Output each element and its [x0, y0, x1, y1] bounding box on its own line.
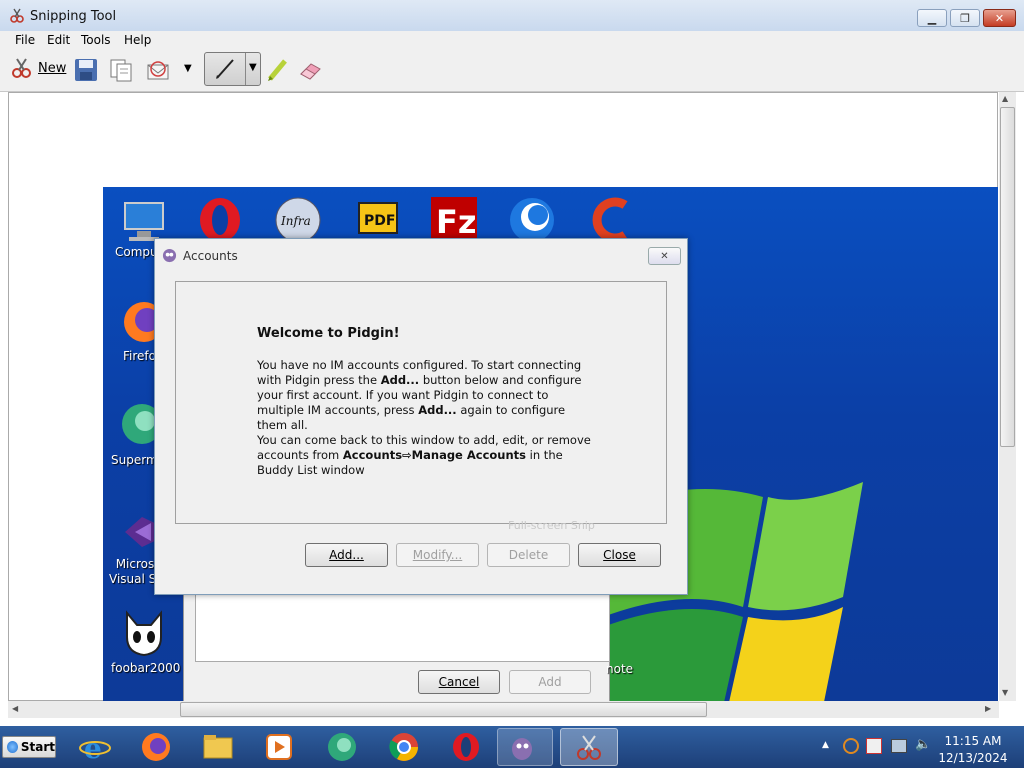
desktop-label-computer: Compu	[115, 245, 158, 259]
save-icon[interactable]	[73, 57, 99, 83]
scroll-down-arrow[interactable]: ▼	[1002, 688, 1008, 697]
scissors-icon	[10, 8, 24, 23]
pidgin-icon	[162, 248, 177, 263]
para1-bold-add-2: Add...	[418, 403, 457, 417]
new-snip-button[interactable]: New	[10, 55, 66, 83]
tray-volume-muted-icon[interactable]: 🔈	[915, 737, 931, 752]
welcome-paragraph-1: You have no IM accounts configured. To s…	[257, 358, 597, 433]
cancel-label: Cancel	[438, 675, 480, 689]
menu-edit[interactable]: Edit	[47, 33, 70, 47]
menu-tools[interactable]: Tools	[81, 33, 111, 47]
desktop-label-firefox: Firefo	[123, 349, 156, 363]
copy-icon[interactable]	[108, 57, 134, 83]
opera-taskbar-icon[interactable]	[449, 730, 483, 764]
clock-time: 11:15 AM	[944, 734, 1002, 748]
scissors-icon	[12, 58, 31, 78]
delete-label: Delete	[508, 548, 549, 562]
eraser-icon[interactable]	[297, 57, 323, 83]
add-account-button[interactable]: Add...	[305, 543, 388, 567]
add-label: Add...	[329, 548, 364, 562]
supermium-taskbar-icon[interactable]	[325, 730, 359, 764]
ghost-tooltip-text: Full-screen Snip	[508, 519, 595, 532]
send-snip-icon[interactable]	[146, 57, 172, 83]
back-add-button[interactable]: Add	[509, 670, 591, 694]
start-label: Start	[20, 740, 55, 754]
modify-label: Modify...	[412, 548, 463, 562]
modify-account-button[interactable]: Modify...	[396, 543, 479, 567]
scroll-left-arrow[interactable]: ◀	[12, 704, 18, 713]
close-icon: ✕	[994, 11, 1005, 25]
svg-text:e: e	[84, 732, 102, 764]
pen-tool-button[interactable]: ▼	[204, 52, 261, 86]
window-title: Snipping Tool	[30, 9, 117, 24]
restore-icon: ❐	[960, 11, 970, 25]
background-dialog-list	[195, 592, 610, 662]
dialog-title: Accounts	[183, 249, 238, 263]
title-bar	[0, 0, 1024, 32]
split-divider	[245, 53, 246, 85]
para2-bold-menu-path: Accounts⇨Manage Accounts	[342, 448, 527, 462]
chrome-icon[interactable]	[387, 730, 421, 764]
cancel-button[interactable]: Cancel	[418, 670, 500, 694]
welcome-heading: Welcome to Pidgin!	[257, 326, 400, 341]
snipping-tool-taskbar-icon	[577, 735, 601, 760]
welcome-paragraph-2: You can come back to this window to add,…	[257, 433, 597, 478]
pidgin-taskbar-icon	[512, 738, 532, 760]
start-button[interactable]: Start	[2, 736, 56, 758]
dialog-close-button[interactable]: ✕	[648, 247, 681, 265]
folder-icon[interactable]	[201, 730, 235, 764]
close-label: Close	[603, 548, 636, 562]
maximize-button[interactable]: ❐	[950, 9, 980, 27]
minimize-icon: ▁	[927, 11, 937, 25]
windows-orb-icon	[7, 741, 18, 753]
media-player-icon[interactable]	[262, 730, 296, 764]
taskbar-pidgin[interactable]	[497, 728, 553, 766]
highlighter-icon[interactable]	[265, 57, 291, 83]
tray-search-icon[interactable]	[843, 738, 859, 754]
show-hidden-icons-arrow[interactable]: ▲	[822, 740, 829, 750]
new-label: New	[38, 61, 67, 76]
desktop-label-note: note	[606, 662, 634, 676]
horizontal-scroll-thumb[interactable]	[180, 702, 707, 717]
foobar-icon[interactable]	[117, 607, 171, 661]
internet-explorer-icon[interactable]: e	[78, 730, 112, 764]
svg-text:Fz: Fz	[436, 203, 476, 241]
clock-date: 12/13/2024	[938, 751, 1008, 765]
back-add-label: Add	[538, 675, 562, 689]
svg-text:PDF: PDF	[364, 213, 395, 229]
desktop-label-foobar: foobar2000	[111, 661, 181, 675]
menu-bar	[0, 31, 1024, 51]
menu-file[interactable]: File	[15, 33, 35, 47]
vertical-scroll-thumb[interactable]	[1000, 107, 1015, 447]
scroll-up-arrow[interactable]: ▲	[1002, 94, 1008, 103]
minimize-button[interactable]: ▁	[917, 9, 947, 27]
taskbar-clock[interactable]: 11:15 AM 12/13/2024	[930, 733, 1016, 767]
send-dropdown-arrow[interactable]: ▼	[184, 63, 192, 74]
close-dialog-button[interactable]: Close	[578, 543, 661, 567]
delete-account-button[interactable]: Delete	[487, 543, 570, 567]
para1-bold-add: Add...	[380, 373, 420, 387]
desktop-label-supermium: Superm	[111, 453, 158, 467]
taskbar-snipping-tool[interactable]	[560, 728, 618, 766]
menu-help[interactable]: Help	[124, 33, 151, 47]
pen-dropdown-arrow[interactable]: ▼	[249, 62, 257, 73]
svg-text:Infra: Infra	[280, 214, 311, 228]
firefox-taskbar-icon[interactable]	[139, 730, 173, 764]
tray-security-icon[interactable]	[866, 738, 882, 754]
tray-network-icon[interactable]	[891, 739, 907, 753]
pen-icon	[216, 59, 234, 79]
close-icon: ✕	[660, 250, 669, 262]
scroll-right-arrow[interactable]: ▶	[985, 704, 991, 713]
close-button[interactable]: ✕	[983, 9, 1016, 27]
